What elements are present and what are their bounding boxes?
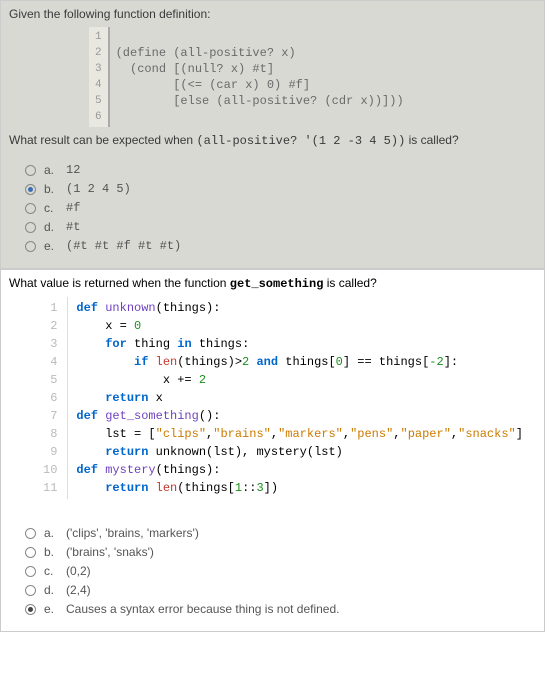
text: is called? — [323, 276, 376, 290]
text: What result can be expected when — [9, 133, 196, 147]
option-text: ('clips', 'brains, 'markers') — [66, 526, 199, 540]
q1-options: a. 12 b. (1 2 4 5) c. #f d. #t e. (#t #t… — [9, 154, 536, 262]
line-num: 4 — [95, 77, 102, 93]
option-letter: e. — [44, 239, 58, 253]
radio-icon — [25, 241, 36, 252]
radio-icon — [25, 566, 36, 577]
q2-prompt: What value is returned when the function… — [9, 276, 536, 291]
line-num: 5 — [95, 93, 102, 109]
radio-icon — [25, 528, 36, 539]
option-letter: b. — [44, 545, 58, 559]
q1-prompt: Given the following function definition: — [9, 7, 536, 21]
line-num: 3 — [43, 335, 57, 353]
radio-icon — [25, 184, 36, 195]
option-text: Causes a syntax error because thing is n… — [66, 602, 340, 616]
radio-icon — [25, 604, 36, 615]
function-name: get_something — [230, 277, 324, 291]
option-text: #t — [66, 220, 80, 234]
option-letter: a. — [44, 526, 58, 540]
option-text: (2,4) — [66, 583, 91, 597]
line-num: 2 — [43, 317, 57, 335]
line-num: 5 — [43, 371, 57, 389]
q2-options: a. ('clips', 'brains, 'markers') b. ('br… — [9, 517, 536, 625]
q1-option-b[interactable]: b. (1 2 4 5) — [25, 182, 536, 196]
q2-option-b[interactable]: b. ('brains', 'snaks') — [25, 545, 536, 559]
radio-icon — [25, 165, 36, 176]
radio-icon — [25, 547, 36, 558]
option-text: 12 — [66, 163, 80, 177]
line-num: 1 — [43, 299, 57, 317]
text: What value is returned when the function — [9, 276, 230, 290]
line-num: 3 — [95, 61, 102, 77]
q1-gutter: 1 2 3 4 5 6 — [89, 27, 110, 127]
line-num: 6 — [95, 109, 102, 125]
q2-code: def unknown(things): x = 0 for thing in … — [68, 297, 531, 499]
option-text: (1 2 4 5) — [66, 182, 131, 196]
line-num: 11 — [43, 479, 57, 497]
q1-code: (define (all-positive? x) (cond [(null? … — [110, 27, 410, 127]
q1-result-text: What result can be expected when (all-po… — [9, 133, 536, 148]
q1-option-c[interactable]: c. #f — [25, 201, 536, 215]
q1-option-e[interactable]: e. (#t #t #f #t #t) — [25, 239, 536, 253]
option-letter: d. — [44, 220, 58, 234]
option-letter: c. — [44, 201, 58, 215]
q2-option-d[interactable]: d. (2,4) — [25, 583, 536, 597]
option-text: (#t #t #f #t #t) — [66, 239, 181, 253]
radio-icon — [25, 585, 36, 596]
line-num: 4 — [43, 353, 57, 371]
line-num: 10 — [43, 461, 57, 479]
q1-option-a[interactable]: a. 12 — [25, 163, 536, 177]
code-inline: (all-positive? '(1 2 -3 4 5)) — [196, 134, 405, 148]
q1-option-d[interactable]: d. #t — [25, 220, 536, 234]
option-text: #f — [66, 201, 80, 215]
question-1: Given the following function definition:… — [0, 0, 545, 269]
q2-option-a[interactable]: a. ('clips', 'brains, 'markers') — [25, 526, 536, 540]
line-num: 7 — [43, 407, 57, 425]
radio-icon — [25, 203, 36, 214]
text: is called? — [405, 133, 458, 147]
option-letter: e. — [44, 602, 58, 616]
option-letter: c. — [44, 564, 58, 578]
option-letter: a. — [44, 163, 58, 177]
q1-code-block: 1 2 3 4 5 6 (define (all-positive? x) (c… — [89, 27, 536, 127]
q2-code-block: 1 2 3 4 5 6 7 8 9 10 11 def unknown(thin… — [39, 297, 536, 499]
option-letter: d. — [44, 583, 58, 597]
line-num: 6 — [43, 389, 57, 407]
line-num: 9 — [43, 443, 57, 461]
option-letter: b. — [44, 182, 58, 196]
line-num: 1 — [95, 29, 102, 45]
option-text: (0,2) — [66, 564, 91, 578]
option-text: ('brains', 'snaks') — [66, 545, 154, 559]
question-2: What value is returned when the function… — [0, 269, 545, 632]
radio-icon — [25, 222, 36, 233]
q2-option-c[interactable]: c. (0,2) — [25, 564, 536, 578]
q2-option-e[interactable]: e. Causes a syntax error because thing i… — [25, 602, 536, 616]
q2-gutter: 1 2 3 4 5 6 7 8 9 10 11 — [39, 297, 68, 499]
line-num: 2 — [95, 45, 102, 61]
line-num: 8 — [43, 425, 57, 443]
